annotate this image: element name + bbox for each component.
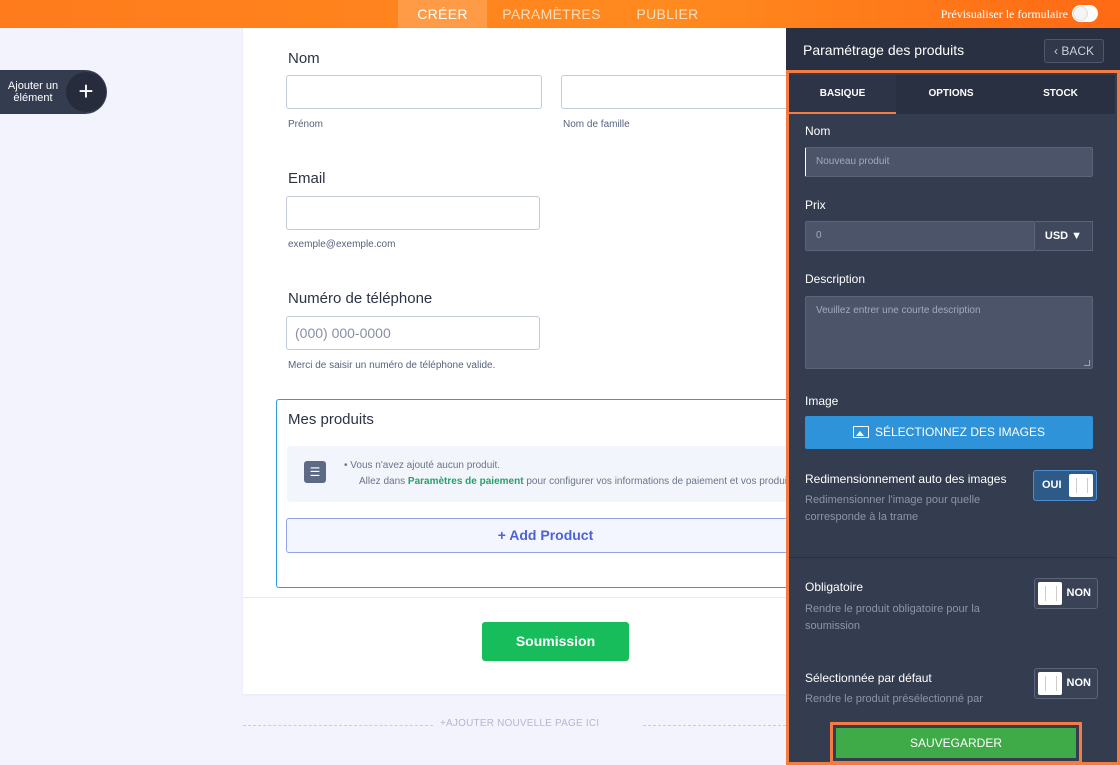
email-sublabel: exemple@exemple.com (288, 239, 396, 250)
payment-settings-hint: Allez dans Paramètres de paiement pour c… (359, 476, 798, 487)
form-footer-divider (243, 597, 803, 598)
panel-highlight-frame (786, 70, 1120, 765)
hint-prefix: Allez dans (359, 476, 408, 487)
panel-title: Paramétrage des produits (803, 42, 965, 58)
phone-sublabel: Merci de saisir un numéro de téléphone v… (288, 360, 496, 371)
products-title: Mes produits (288, 411, 374, 428)
last-name-input[interactable] (561, 75, 803, 109)
first-name-sublabel: Prénom (288, 119, 324, 130)
submit-button[interactable]: Soumission (482, 622, 629, 661)
payment-settings-link[interactable]: Paramètres de paiement (408, 476, 524, 487)
panel-header: Paramétrage des produits ‹ BACK (786, 28, 1120, 72)
save-highlight-frame (830, 722, 1082, 764)
add-product-button[interactable]: + Add Product (286, 518, 804, 553)
tab-creer[interactable]: CRÉER (398, 0, 487, 28)
preview-form-label: Prévisualiser le formulaire (940, 7, 1068, 21)
first-name-input[interactable] (286, 75, 542, 109)
chevron-left-icon: ‹ (1053, 44, 1058, 58)
top-navigation-bar: CRÉER PARAMÈTRES PUBLIER Prévisualiser l… (0, 0, 1120, 28)
plus-icon[interactable]: + (66, 72, 106, 112)
toggle-knob (1073, 6, 1088, 21)
email-field-label: Email (288, 170, 326, 187)
add-new-page-label: +AJOUTER NOUVELLE PAGE ICI (440, 718, 600, 729)
dashed-divider-left (243, 725, 433, 726)
tab-parametres[interactable]: PARAMÈTRES (493, 0, 610, 28)
email-input[interactable] (286, 196, 540, 230)
add-new-page[interactable]: +AJOUTER NOUVELLE PAGE ICI (243, 718, 786, 732)
preview-toggle[interactable] (1072, 5, 1098, 22)
add-element-button[interactable]: Ajouter un élément + (0, 70, 107, 114)
phone-input[interactable]: (000) 000-0000 (286, 316, 540, 350)
name-field-label: Nom (288, 50, 320, 67)
tab-publier[interactable]: PUBLIER (625, 0, 710, 28)
phone-field-label: Numéro de téléphone (288, 290, 433, 307)
add-element-label: Ajouter un élément (7, 80, 59, 104)
products-empty-notice: ☰ • Vous n'avez ajouté aucun produit. Al… (287, 446, 804, 502)
products-field[interactable]: Mes produits ☰ • Vous n'avez ajouté aucu… (276, 399, 804, 588)
back-button[interactable]: ‹ BACK (1044, 39, 1104, 63)
hint-suffix: pour configurer vos informations de paie… (523, 476, 798, 487)
no-products-text: • Vous n'avez ajouté aucun produit. (344, 460, 501, 471)
product-settings-panel: Paramétrage des produits ‹ BACK BASIQUE … (786, 28, 1120, 765)
back-label: BACK (1061, 44, 1095, 58)
last-name-sublabel: Nom de famille (563, 119, 630, 130)
form-canvas: Nom Prénom Nom de famille Email exemple@… (243, 28, 804, 694)
dashed-divider-right (643, 725, 786, 726)
list-icon: ☰ (304, 461, 326, 483)
